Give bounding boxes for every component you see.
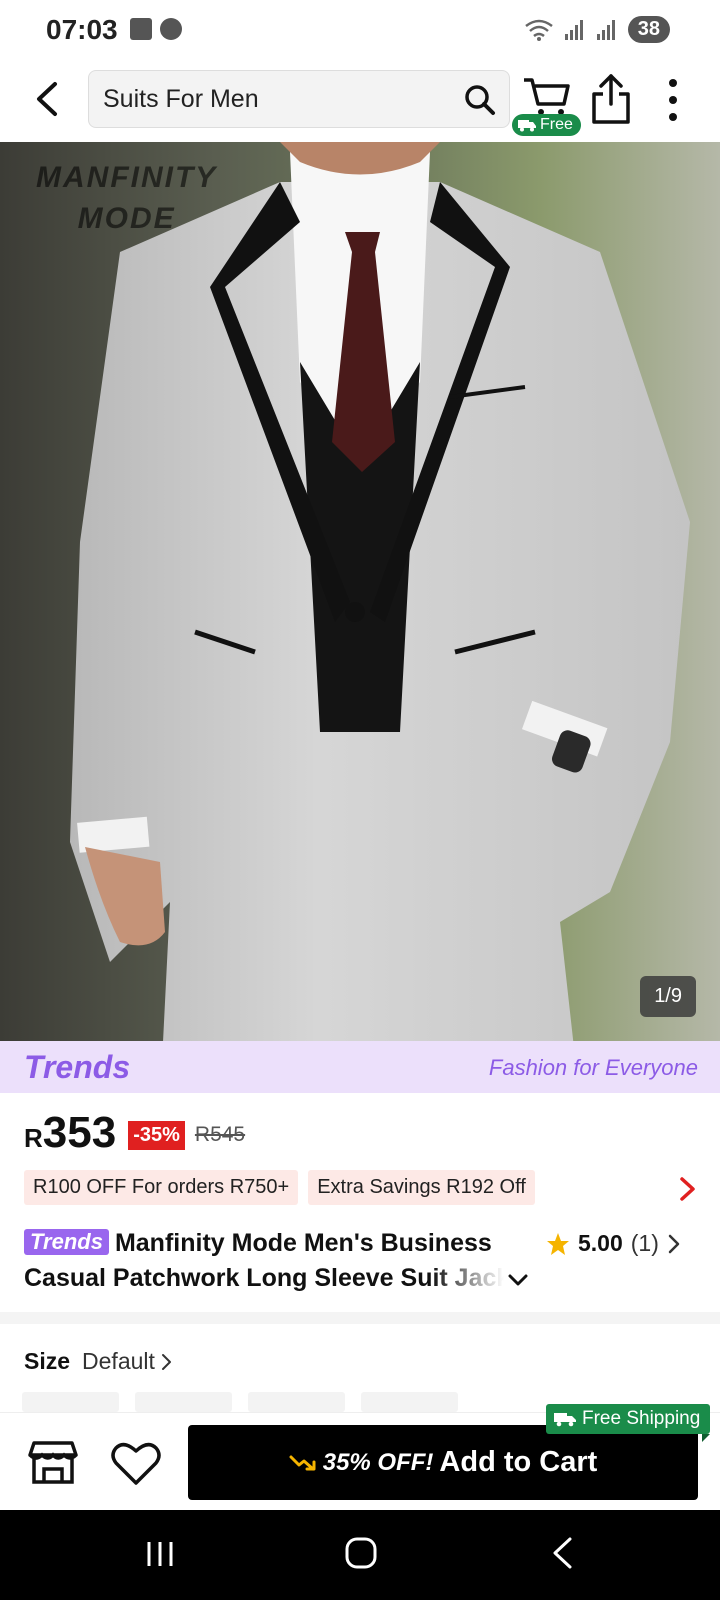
heart-icon[interactable] (110, 1439, 162, 1487)
size-option[interactable] (22, 1392, 119, 1412)
top-bar: Suits For Men Free (0, 62, 720, 142)
coupon-row[interactable]: R100 OFF For orders R750+ Extra Savings … (24, 1170, 535, 1205)
price-amount: 353 (42, 1108, 117, 1157)
wifi-icon (524, 19, 553, 41)
more-dot (669, 113, 677, 122)
chevron-down-icon[interactable] (506, 1270, 530, 1290)
product-title-line2: Casual Patchwork Long Sleeve Suit Jacket (24, 1264, 504, 1292)
brand-watermark-line2: MODE (77, 201, 176, 235)
price-currency: R (24, 1123, 43, 1153)
rating[interactable]: 5.00 (1) (546, 1230, 681, 1257)
size-selector[interactable]: Size Default (24, 1348, 173, 1375)
search-icon[interactable] (463, 83, 497, 117)
product-image-gallery[interactable]: MANFINITY MODE 1/9 (0, 142, 720, 1041)
trend-down-icon (289, 1455, 316, 1470)
size-option[interactable] (135, 1392, 232, 1412)
share-icon[interactable] (588, 72, 634, 126)
truck-icon (518, 120, 536, 132)
trends-tag: Trends (24, 1229, 109, 1255)
back-icon (37, 82, 57, 116)
cart-free-badge: Free (512, 114, 581, 136)
notification-icons (130, 18, 182, 40)
size-option[interactable] (361, 1392, 458, 1412)
rating-count: (1) (630, 1230, 659, 1256)
product-title[interactable]: Trends Manfinity Mode Men's Business Casu… (24, 1226, 524, 1296)
signal-icon-2 (596, 19, 615, 40)
add-to-cart-button[interactable]: 35% OFF! Add to Cart (188, 1425, 698, 1500)
status-bar: 07:03 38 (0, 0, 720, 62)
trends-banner[interactable]: Trends Fashion for Everyone (0, 1041, 720, 1093)
add-to-cart-promo: 35% OFF! (322, 1448, 434, 1476)
original-price: R545 (194, 1123, 246, 1146)
free-shipping-label: Free Shipping (582, 1408, 701, 1429)
image-counter: 1/9 (640, 976, 696, 1017)
search-query: Suits For Men (103, 85, 259, 113)
discount-badge: -35% (128, 1121, 185, 1150)
product-title-text1: Manfinity Mode Men's Business (114, 1229, 492, 1257)
free-shipping-badge: Free Shipping (546, 1404, 711, 1442)
product-title-line1: Trends Manfinity Mode Men's Business (24, 1226, 524, 1261)
size-label: Size (24, 1348, 71, 1374)
signal-icon (564, 19, 583, 40)
truck-icon (554, 1413, 576, 1427)
home-icon[interactable] (344, 1536, 378, 1570)
system-icons: 38 (524, 16, 670, 43)
back-button[interactable] (22, 74, 72, 124)
coupon-extra-savings[interactable]: Extra Savings R192 Off (308, 1170, 535, 1205)
system-back-icon[interactable] (550, 1536, 574, 1570)
size-options (22, 1392, 458, 1412)
chevron-right-icon (161, 1353, 171, 1370)
gallery-notification-icon (130, 18, 152, 40)
status-time: 07:03 (46, 14, 118, 45)
product-photo (70, 142, 690, 1041)
brand-watermark-line1: MANFINITY (36, 161, 218, 194)
section-divider (0, 1312, 720, 1324)
coupon-chevron-right-icon[interactable] (676, 1176, 698, 1202)
store-icon[interactable] (28, 1439, 78, 1485)
search-input[interactable]: Suits For Men (88, 70, 510, 128)
add-to-cart-label: Add to Cart (439, 1446, 598, 1478)
recent-apps-icon[interactable] (144, 1538, 176, 1570)
more-dot (669, 95, 677, 104)
size-option[interactable] (248, 1392, 345, 1412)
more-icon[interactable] (660, 74, 686, 126)
more-dot (669, 78, 677, 87)
cart-free-label: Free (540, 116, 573, 133)
trends-slogan: Fashion for Everyone (488, 1055, 698, 1080)
trends-logo: Trends (24, 1049, 131, 1085)
star-icon (547, 1232, 569, 1255)
rating-value: 5.00 (578, 1230, 623, 1256)
system-navigation-bar (0, 1510, 720, 1600)
chevron-right-icon (668, 1234, 680, 1253)
battery-indicator: 38 (627, 16, 670, 43)
coupon-order-discount[interactable]: R100 OFF For orders R750+ (24, 1170, 299, 1205)
brand-watermark: MANFINITY MODE (36, 158, 217, 239)
size-value: Default (82, 1348, 155, 1374)
app-notification-icon (160, 18, 182, 40)
price-row: R 353 -35% R545 (24, 1108, 245, 1158)
